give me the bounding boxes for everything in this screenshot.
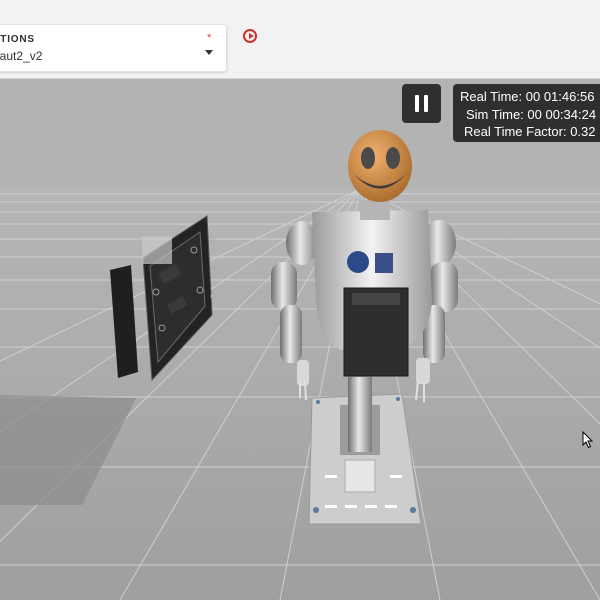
sim-time-readout: Sim Time: 00 00:34:24 [466,106,597,122]
pause-icon[interactable] [402,84,441,123]
field-value[interactable]: naut2_v2 [0,49,42,63]
play-circle-icon[interactable] [243,29,257,43]
robot-config-field[interactable]: ATIONS naut2_v2 * [0,24,227,72]
field-label: ATIONS [0,34,35,45]
caret-down-icon[interactable] [205,50,213,55]
simulation-viewport[interactable] [0,79,600,600]
top-toolbar: ATIONS naut2_v2 * [0,0,600,79]
required-mark: * [207,32,212,44]
real-time-readout: Real Time: 00 01:46:56 [460,89,595,104]
real-time-factor-readout: Real Time Factor: 0.32 [464,124,596,139]
mouse-pointer-icon [582,431,594,449]
sim-stats-panel: Real Time: 00 01:46:56 Sim Time: 00 00:3… [453,84,600,142]
